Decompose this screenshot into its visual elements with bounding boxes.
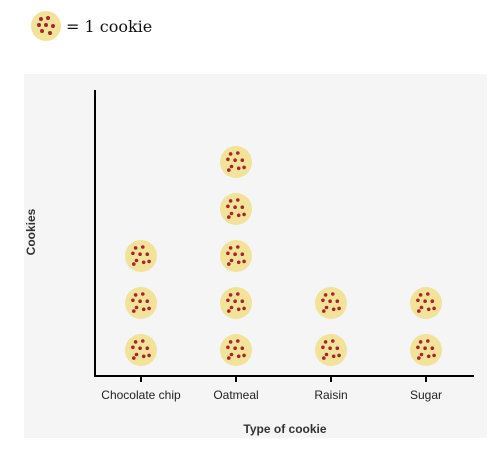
cookie-mark [125,240,157,272]
cookie-mark [220,334,252,366]
plot-panel: Cookies Type of cookie Chocolate chip Oat… [24,74,487,438]
cookie-mark [220,193,252,225]
cookie-mark [220,240,252,272]
legend: = 1 cookie [31,11,152,41]
cookie-mark [220,146,252,178]
cookie-mark [410,287,442,319]
cookie-mark [410,334,442,366]
cookie-mark [315,334,347,366]
cookie-mark [315,287,347,319]
pictograph-chart: Cookies Type of cookie Chocolate chip Oat… [24,90,474,436]
cookie-icon [31,11,61,41]
cookie-mark [125,287,157,319]
legend-text: = 1 cookie [66,16,153,36]
x-tick-label: Chocolate chip [101,388,181,402]
x-tick-label: Raisin [314,388,347,402]
x-tick-label: Sugar [410,388,442,402]
y-axis-title: Cookies [24,208,38,255]
cookie-mark [125,334,157,366]
cookie-mark [220,287,252,319]
x-axis-title: Type of cookie [243,422,326,436]
x-tick-label: Oatmeal [213,388,258,402]
